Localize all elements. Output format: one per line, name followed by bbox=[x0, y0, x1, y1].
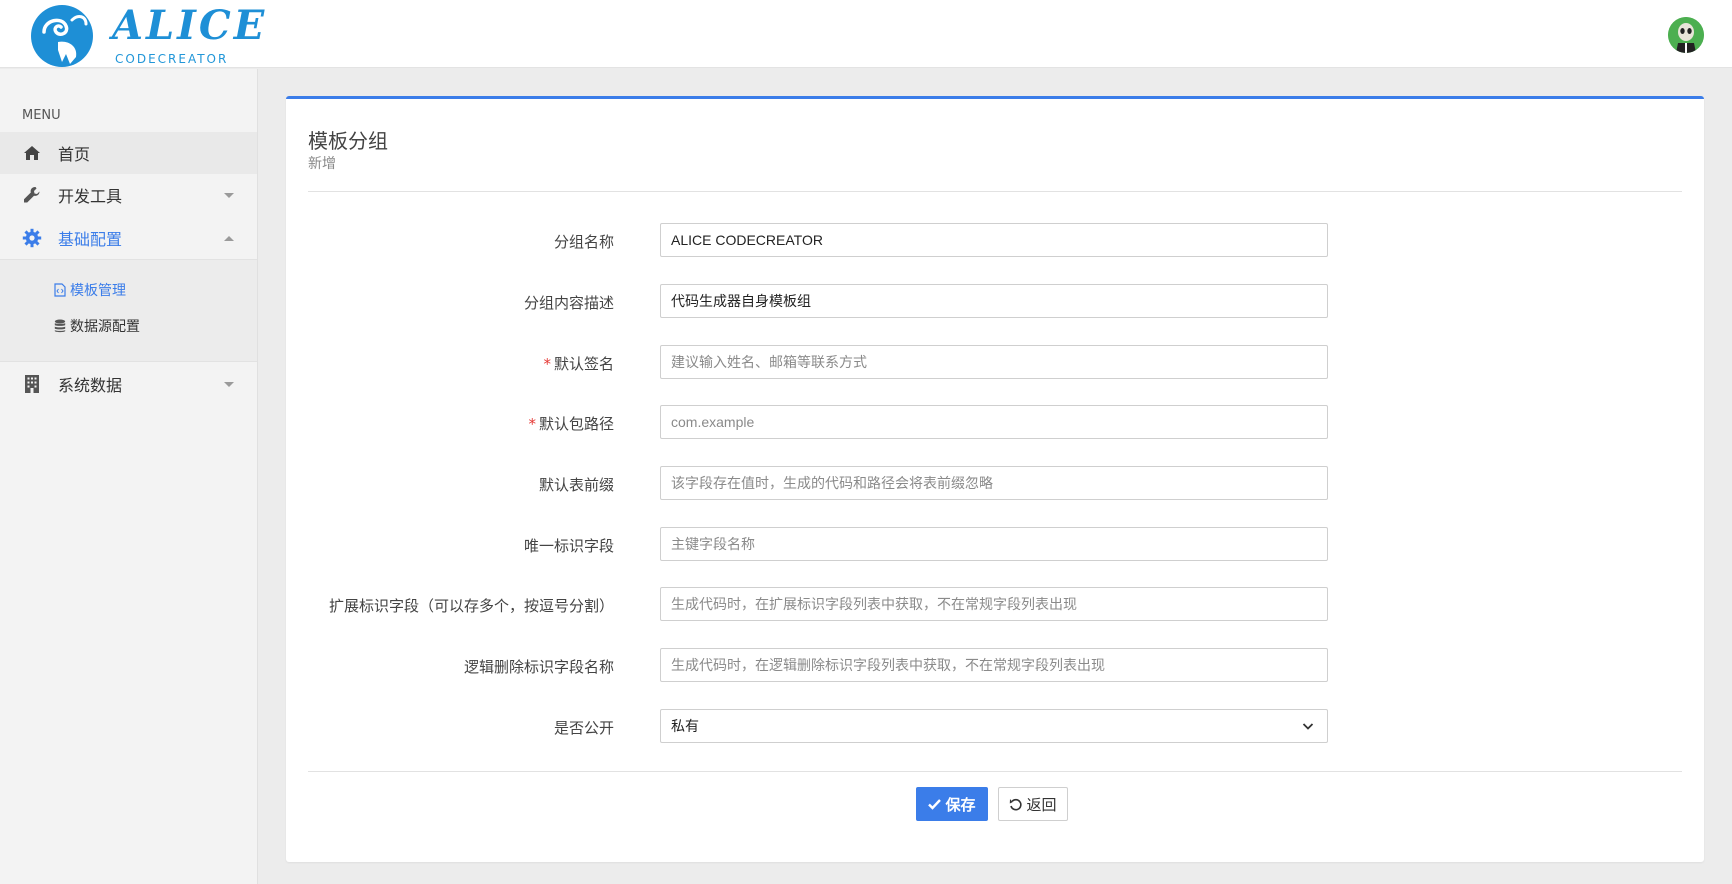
table-prefix-input[interactable] bbox=[660, 466, 1328, 500]
form-row-public: 是否公开 私有 bbox=[286, 709, 1704, 743]
menu-header: MENU bbox=[22, 108, 61, 123]
chevron-down-icon bbox=[224, 192, 234, 198]
check-icon bbox=[928, 799, 942, 810]
database-icon bbox=[54, 319, 66, 333]
page-subtitle: 新增 bbox=[308, 156, 336, 172]
extended-id-fields-label: 扩展标识字段（可以存多个，按逗号分割） bbox=[328, 597, 614, 615]
form-row-unique-id-field: 唯一标识字段 bbox=[286, 527, 1704, 561]
form-row-table-prefix: 默认表前缀 bbox=[286, 466, 1704, 500]
chevron-down-icon bbox=[1302, 723, 1314, 730]
extended-id-fields-input[interactable] bbox=[660, 587, 1328, 621]
public-select[interactable]: 私有 bbox=[660, 709, 1328, 743]
default-signature-label: * 默认签名 bbox=[543, 355, 614, 373]
logic-delete-field-label: 逻辑删除标识字段名称 bbox=[463, 658, 614, 676]
form-row-default-signature: * 默认签名 bbox=[286, 345, 1704, 379]
sidebar-item-dev-tools[interactable]: 开发工具 bbox=[0, 174, 257, 216]
logo-title: ALICE bbox=[112, 2, 268, 49]
wrench-icon bbox=[22, 185, 42, 205]
sidebar-item-home[interactable]: 首页 bbox=[0, 132, 257, 174]
logic-delete-field-input[interactable] bbox=[660, 648, 1328, 682]
group-name-input[interactable] bbox=[660, 223, 1328, 257]
submenu-item-label: 数据源配置 bbox=[70, 319, 140, 335]
home-icon bbox=[22, 143, 42, 163]
public-select-value: 私有 bbox=[671, 719, 699, 735]
sidebar-item-label: 基础配置 bbox=[58, 230, 123, 249]
sidebar-item-label: 系统数据 bbox=[58, 376, 123, 395]
user-avatar[interactable] bbox=[1668, 17, 1704, 53]
submenu-item-datasource-config[interactable]: 数据源配置 bbox=[54, 316, 140, 336]
page-title: 模板分组 bbox=[308, 129, 388, 153]
form-row-logic-delete-field: 逻辑删除标识字段名称 bbox=[286, 648, 1704, 682]
form-row-extended-id-fields: 扩展标识字段（可以存多个，按逗号分割） bbox=[286, 587, 1704, 621]
submenu-item-template-management[interactable]: 模板管理 bbox=[54, 280, 126, 300]
default-package-label: * 默认包路径 bbox=[528, 415, 614, 433]
form-row-group-description: 分组内容描述 bbox=[286, 284, 1704, 318]
form-panel: 模板分组 新增 分组名称 分组内容描述 *默认签名 *默认包路径 默认表前缀 唯… bbox=[286, 96, 1704, 862]
top-bar: ALICE CODECREATOR bbox=[0, 0, 1732, 68]
code-file-icon bbox=[54, 283, 66, 297]
group-description-input[interactable] bbox=[660, 284, 1328, 318]
user-avatar-icon bbox=[1668, 17, 1704, 53]
back-button[interactable]: 返回 bbox=[998, 787, 1068, 821]
logo-mark-icon bbox=[31, 5, 93, 67]
required-mark: * bbox=[543, 355, 551, 373]
sidebar-item-basic-config[interactable]: 基础配置 bbox=[0, 217, 257, 259]
form-row-group-name: 分组名称 bbox=[286, 223, 1704, 257]
app-logo[interactable]: ALICE CODECREATOR bbox=[28, 0, 264, 68]
default-signature-input[interactable] bbox=[660, 345, 1328, 379]
required-mark: * bbox=[528, 415, 536, 433]
divider bbox=[308, 771, 1682, 772]
gear-icon bbox=[22, 228, 42, 248]
sidebar-item-label: 首页 bbox=[58, 145, 91, 164]
sidebar-item-system-data[interactable]: 系统数据 bbox=[0, 363, 257, 405]
building-icon bbox=[22, 374, 42, 394]
unique-id-field-input[interactable] bbox=[660, 527, 1328, 561]
back-button-label: 返回 bbox=[1026, 795, 1057, 814]
sidebar-item-label: 开发工具 bbox=[58, 187, 123, 206]
save-button[interactable]: 保存 bbox=[916, 787, 988, 821]
group-description-label: 分组内容描述 bbox=[523, 294, 614, 312]
table-prefix-label: 默认表前缀 bbox=[538, 476, 614, 494]
save-button-label: 保存 bbox=[945, 795, 976, 814]
submenu-item-label: 模板管理 bbox=[70, 283, 126, 299]
chevron-down-icon bbox=[224, 381, 234, 387]
form-row-default-package: * 默认包路径 bbox=[286, 405, 1704, 439]
divider bbox=[308, 191, 1682, 192]
undo-icon bbox=[1010, 798, 1023, 810]
submenu-basic-config: 模板管理 数据源配置 bbox=[0, 259, 257, 362]
unique-id-field-label: 唯一标识字段 bbox=[523, 537, 614, 555]
sidebar: MENU 首页 开发工具 基础配置 模板管理 数据源配置 系统数据 bbox=[0, 69, 258, 884]
default-package-input[interactable] bbox=[660, 405, 1328, 439]
group-name-label: 分组名称 bbox=[553, 233, 614, 251]
public-label: 是否公开 bbox=[553, 719, 614, 737]
chevron-up-icon bbox=[224, 235, 234, 241]
logo-subtitle: CODECREATOR bbox=[115, 52, 229, 66]
